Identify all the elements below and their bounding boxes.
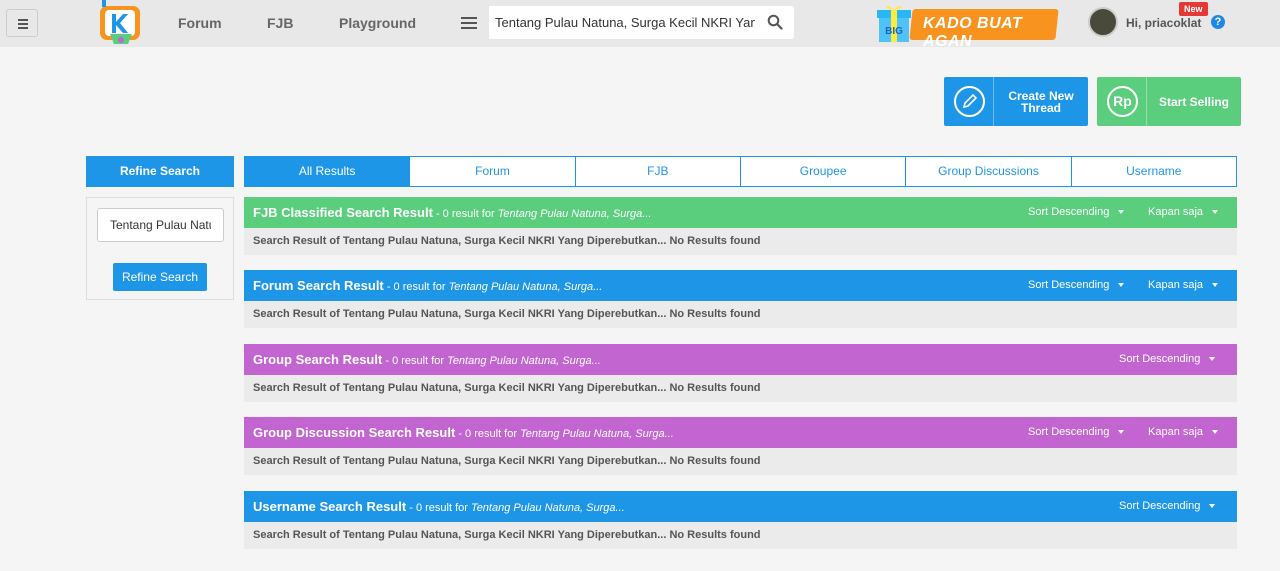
user-greeting[interactable]: Hi, priacoklat <box>1126 16 1201 30</box>
result-tabs: All Results Forum FJB Groupee Group Disc… <box>244 156 1237 187</box>
section-header: Group Search Result - 0 result for Tenta… <box>244 344 1237 375</box>
chevron-down-icon <box>1209 357 1216 362</box>
create-new-thread-button[interactable]: Create New Thread <box>944 77 1088 126</box>
sort-dropdown[interactable]: Sort Descending <box>1028 270 1125 301</box>
refine-search-button[interactable]: Refine Search <box>113 263 207 291</box>
svg-text:BIG: BIG <box>885 26 903 37</box>
top-navbar: Forum FJB Playground BIG KADO BUAT AGAN … <box>0 0 1280 50</box>
section-body: Search Result of Tentang Pulau Natuna, S… <box>244 375 1237 402</box>
section-body: Search Result of Tentang Pulau Natuna, S… <box>244 522 1237 549</box>
create-label-line2: Thread <box>1020 100 1061 115</box>
chevron-down-icon <box>1209 504 1216 509</box>
refine-search-panel: Refine Search <box>86 197 234 300</box>
sort-dropdown[interactable]: Sort Descending <box>1119 491 1216 522</box>
tab-all-results[interactable]: All Results <box>244 156 411 187</box>
promo-text: KADO BUAT AGAN <box>923 15 1023 50</box>
tab-forum[interactable]: Forum <box>410 156 576 187</box>
chevron-down-icon <box>1212 210 1219 215</box>
tab-fjb[interactable]: FJB <box>575 156 741 187</box>
fjb-result-section: FJB Classified Search Result - 0 result … <box>244 197 1237 255</box>
time-filter-dropdown[interactable]: Kapan saja <box>1148 417 1219 448</box>
tab-groupee[interactable]: Groupee <box>740 156 907 187</box>
chevron-down-icon <box>1212 283 1219 288</box>
kaskus-logo[interactable] <box>98 0 144 47</box>
nav-playground[interactable]: Playground <box>339 15 416 31</box>
help-icon[interactable]: ? <box>1211 15 1225 29</box>
section-title: Forum Search Result - 0 result for Tenta… <box>253 278 603 293</box>
chevron-down-icon <box>1118 430 1125 435</box>
chevron-down-icon <box>1212 430 1219 435</box>
pencil-icon <box>944 77 994 126</box>
tab-group-discussions[interactable]: Group Discussions <box>906 156 1072 187</box>
main-menu-button[interactable] <box>6 9 38 37</box>
section-title: Username Search Result - 0 result for Te… <box>253 499 625 514</box>
user-avatar[interactable] <box>1088 7 1118 37</box>
sort-dropdown[interactable]: Sort Descending <box>1028 417 1125 448</box>
new-badge: New <box>1179 2 1208 16</box>
time-filter-dropdown[interactable]: Kapan saja <box>1148 270 1219 301</box>
section-header: FJB Classified Search Result - 0 result … <box>244 197 1237 228</box>
section-header: Forum Search Result - 0 result for Tenta… <box>244 270 1237 301</box>
start-selling-label: Start Selling <box>1158 94 1229 109</box>
sort-dropdown[interactable]: Sort Descending <box>1119 344 1216 375</box>
nav-fjb[interactable]: FJB <box>267 15 293 31</box>
nav-forum[interactable]: Forum <box>178 15 222 31</box>
section-body: Search Result of Tentang Pulau Natuna, S… <box>244 228 1237 255</box>
promo-banner[interactable]: BIG KADO BUAT AGAN <box>875 0 1060 50</box>
time-filter-dropdown[interactable]: Kapan saja <box>1148 197 1219 228</box>
search-category-menu-button[interactable] <box>449 6 489 39</box>
sort-dropdown[interactable]: Sort Descending <box>1028 197 1125 228</box>
section-body: Search Result of Tentang Pulau Natuna, S… <box>244 301 1237 328</box>
section-title: Group Search Result - 0 result for Tenta… <box>253 352 601 367</box>
start-selling-button[interactable]: Rp Start Selling <box>1097 77 1241 126</box>
gift-box-icon: BIG <box>877 5 911 42</box>
section-header: Group Discussion Search Result - 0 resul… <box>244 417 1237 448</box>
search-input[interactable] <box>495 6 755 39</box>
chevron-down-icon <box>1118 210 1125 215</box>
search-bar <box>449 6 794 39</box>
section-title: Group Discussion Search Result - 0 resul… <box>253 425 674 440</box>
chevron-down-icon <box>1118 283 1125 288</box>
group-discussion-result-section: Group Discussion Search Result - 0 resul… <box>244 417 1237 475</box>
tab-username[interactable]: Username <box>1071 156 1237 187</box>
refine-search-input[interactable] <box>97 208 224 242</box>
section-body: Search Result of Tentang Pulau Natuna, S… <box>244 448 1237 475</box>
refine-search-heading: Refine Search <box>86 156 234 187</box>
group-result-section: Group Search Result - 0 result for Tenta… <box>244 344 1237 402</box>
section-header: Username Search Result - 0 result for Te… <box>244 491 1237 522</box>
forum-result-section: Forum Search Result - 0 result for Tenta… <box>244 270 1237 328</box>
search-icon[interactable] <box>767 14 783 30</box>
username-result-section: Username Search Result - 0 result for Te… <box>244 491 1237 549</box>
section-title: FJB Classified Search Result - 0 result … <box>253 205 652 220</box>
rupiah-icon: Rp <box>1097 77 1147 126</box>
